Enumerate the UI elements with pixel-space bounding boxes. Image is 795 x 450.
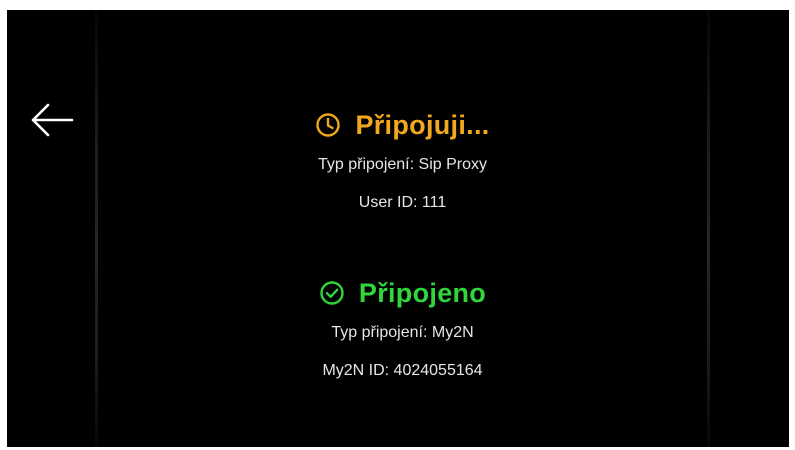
my2n-connection-status: Připojeno Typ připojení: My2N My2N ID: 4… [98, 273, 707, 381]
clock-icon [315, 112, 341, 138]
connecting-status-label: Připojuji... [355, 109, 490, 140]
connected-status-label: Připojeno [358, 277, 487, 308]
device-screen: Připojuji... Typ připojení: Sip Proxy Us… [7, 10, 789, 447]
sip-proxy-connection-status: Připojuji... Typ připojení: Sip Proxy Us… [98, 105, 707, 213]
my2n-id: My2N ID: 4024055164 [322, 362, 483, 379]
arrow-left-icon [31, 103, 74, 137]
connection-type-sip: Typ připojení: Sip Proxy [318, 156, 487, 173]
left-divider [95, 10, 98, 447]
connecting-title: Připojuji... [98, 105, 707, 145]
back-button[interactable] [25, 98, 79, 142]
user-id: User ID: 111 [358, 194, 447, 211]
connected-title: Připojeno [98, 273, 707, 313]
check-circle-icon [319, 280, 345, 306]
connection-type-my2n: Typ připojení: My2N [331, 324, 474, 341]
right-divider [707, 10, 710, 447]
